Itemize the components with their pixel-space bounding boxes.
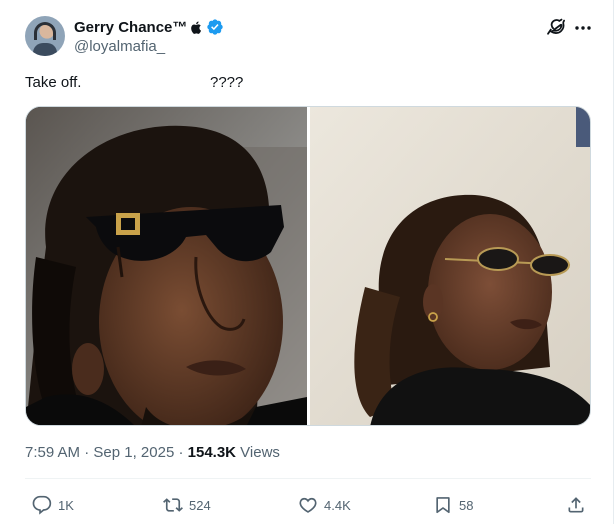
tweet-text: Take off.: [25, 74, 82, 91]
repost-button[interactable]: 524: [163, 494, 211, 516]
photo-woman-sunglasses[interactable]: [310, 107, 591, 426]
handle[interactable]: @loyalmafia_: [74, 38, 165, 55]
tweet-text-question: ????: [210, 74, 244, 91]
repost-count: 524: [189, 497, 211, 513]
like-button[interactable]: 4.4K: [298, 494, 351, 516]
meta-dot-1: ·: [80, 444, 94, 461]
tweet-card: Gerry Chance™ @loyalmafia_ Take off. ???…: [0, 0, 614, 524]
more-icon[interactable]: [573, 18, 593, 38]
avatar-shirt: [33, 43, 57, 56]
views-count: 154.3K: [187, 444, 237, 461]
headphones-shape: [34, 22, 56, 40]
tweet-meta: 7:59 AM · Sep 1, 2025 · 154.3K Views: [25, 444, 280, 461]
reply-count: 1K: [58, 497, 74, 513]
bookmark-count: 58: [459, 497, 474, 513]
verified-icon: [207, 19, 224, 35]
avatar[interactable]: [25, 16, 65, 56]
reply-icon: [32, 495, 52, 515]
views-label: Views: [236, 444, 280, 461]
bookmark-button[interactable]: 58: [433, 494, 473, 516]
share-button[interactable]: [566, 494, 586, 516]
meta-dot-2: ·: [174, 444, 188, 461]
bookmark-icon: [436, 497, 450, 514]
like-count: 4.4K: [324, 497, 351, 513]
name-row: Gerry Chance™: [74, 17, 224, 37]
media-grid[interactable]: [25, 106, 591, 426]
photo-man-sunglasses[interactable]: [26, 107, 307, 426]
tweet-time[interactable]: 7:59 AM: [25, 444, 80, 461]
share-icon: [568, 497, 584, 513]
tweet-date[interactable]: Sep 1, 2025: [93, 444, 174, 461]
heart-icon: [299, 497, 317, 513]
grok-icon[interactable]: [546, 17, 566, 37]
apple-icon: [191, 21, 202, 34]
reply-button[interactable]: 1K: [32, 494, 74, 516]
divider: [25, 478, 591, 479]
display-name[interactable]: Gerry Chance™: [74, 19, 187, 36]
repost-icon: [163, 498, 183, 512]
